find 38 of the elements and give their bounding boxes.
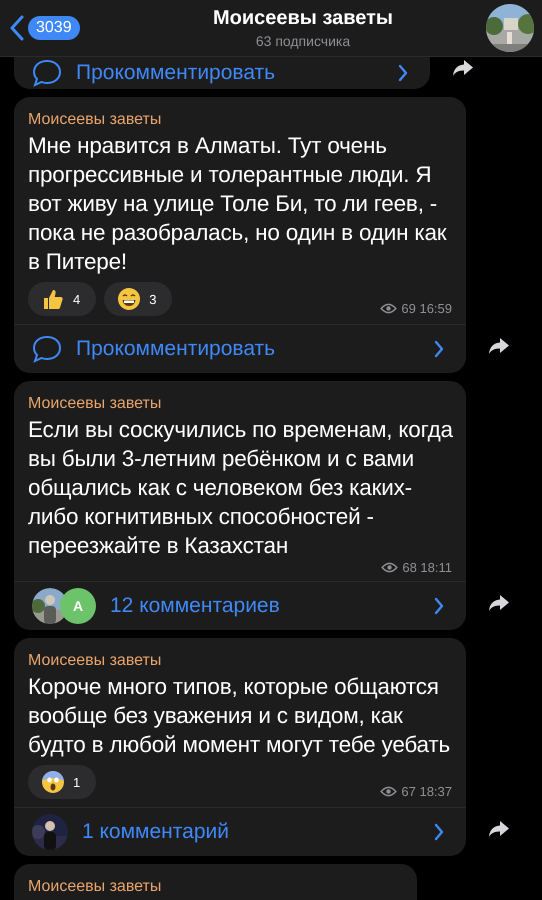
back-icon[interactable] (10, 15, 24, 41)
thumbs-up-icon (41, 287, 65, 311)
comments-row[interactable]: 1 комментарий (14, 807, 466, 856)
reaction-chip[interactable]: 4 (28, 282, 96, 316)
channel-title: Моисеевы заветы (212, 7, 394, 30)
eye-icon (380, 786, 398, 797)
share-icon[interactable] (452, 59, 474, 77)
author-name: Моисеевы заветы (27, 110, 162, 129)
chevron-right-icon (398, 64, 408, 82)
reaction-chip[interactable]: 1 (28, 765, 96, 799)
view-count-and-time: 69 16:59 (380, 301, 452, 316)
message-text: Если вы соскучились по временам, когда вы были 3-летним ребёнком и с вами общались как с человеком без каких-либо когнитивных способностей - переезжайте в Казахстан (27, 416, 454, 560)
chevron-right-icon (434, 597, 444, 615)
speech-bubble-icon (32, 334, 62, 364)
author-name: Моисеевы заветы (27, 651, 162, 670)
avatar-letter: A (60, 588, 96, 624)
share-icon[interactable] (488, 594, 510, 612)
view-count-and-time: 68 18:11 (381, 560, 452, 575)
author-name: Моисеевы заветы (27, 394, 162, 413)
grinning-face-icon (117, 287, 142, 311)
author-name: Моисеевы заветы (27, 877, 162, 896)
message-text: Короче много типов, которые общаются вообще без уважения и с видом, как будто в любой момент могут тебе уебать (27, 673, 451, 759)
subscriber-count: 63 подписчика (254, 33, 352, 49)
share-icon[interactable] (488, 820, 510, 838)
chevron-right-icon (434, 823, 444, 841)
comments-row[interactable]: A 12 комментариев (14, 581, 466, 630)
screaming-face-icon (41, 770, 65, 794)
eye-icon (381, 562, 398, 573)
comments-row[interactable]: Прокомментировать (14, 324, 466, 373)
view-count-and-time: 67 18:37 (380, 784, 452, 799)
unread-count-badge[interactable]: 3039 (28, 16, 80, 40)
message-text: Мне нравится в Алматы. Тут очень прогрессивные и толерантные люди. Я вот живу на улице Толе Би, то ли геев, - пока не разобралась, но один в один как в Питере! (27, 132, 448, 276)
share-icon[interactable] (488, 337, 510, 355)
comments-row[interactable]: Прокомментировать (14, 57, 430, 89)
eye-icon (380, 303, 398, 314)
speech-bubble-icon (32, 58, 62, 88)
reaction-chip[interactable]: 3 (104, 282, 172, 316)
chevron-right-icon (434, 340, 444, 358)
